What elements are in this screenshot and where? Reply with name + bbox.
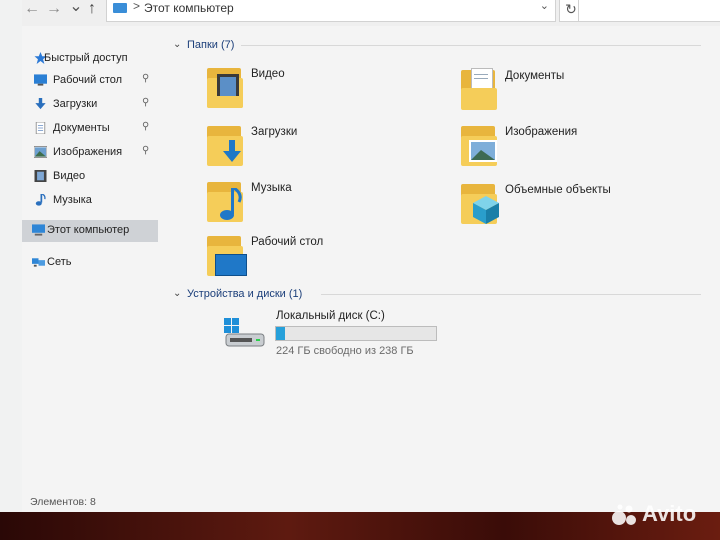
sidebar-item-label: Быстрый доступ <box>44 52 128 64</box>
sidebar-item-music[interactable]: Музыка <box>22 190 158 212</box>
folder-label: Музыка <box>251 182 292 194</box>
group-divider <box>241 45 701 46</box>
address-toolbar: ← → ⌄ ↑ > Этот компьютер ⌄ ↻ <box>22 0 720 26</box>
pin-icon[interactable]: ⚲ <box>142 145 149 156</box>
navigation-pane: Быстрый доступ Рабочий стол ⚲ Загрузки ⚲… <box>22 36 158 490</box>
group-divider <box>321 294 701 295</box>
drive-usage-fill <box>276 327 286 340</box>
drive-usage-bar <box>275 326 437 341</box>
folder-label: Изображения <box>505 126 578 138</box>
sidebar-item-label: Видео <box>53 170 86 182</box>
3d-objects-folder-icon <box>459 180 499 226</box>
pictures-folder-icon <box>459 122 499 168</box>
folder-tile-documents[interactable]: Документы <box>459 66 709 114</box>
search-input[interactable] <box>578 0 720 22</box>
video-folder-icon <box>205 64 245 110</box>
explorer-window: ← → ⌄ ↑ > Этот компьютер ⌄ ↻ Быстрый дос… <box>0 0 720 514</box>
chevron-down-icon[interactable]: ⌄ <box>540 0 549 12</box>
folder-label: Рабочий стол <box>251 236 324 248</box>
sidebar-item-this-pc[interactable]: Этот компьютер <box>22 220 158 242</box>
folder-label: Объемные объекты <box>505 184 611 196</box>
breadcrumb-this-pc[interactable]: Этот компьютер <box>144 1 234 15</box>
desktop-folder-icon <box>205 232 247 278</box>
folder-tile-desktop[interactable]: Рабочий стол <box>205 232 455 280</box>
folder-tile-music[interactable]: Музыка <box>205 178 455 226</box>
pin-icon[interactable]: ⚲ <box>142 121 149 132</box>
item-count: Элементов: 8 <box>30 496 96 508</box>
sidebar-item-label: Документы <box>53 122 110 134</box>
sidebar-item-label: Сеть <box>47 256 72 268</box>
folder-label: Документы <box>505 70 565 82</box>
drive-tile-c[interactable]: Локальный диск (C:) 224 ГБ свободно из 2… <box>222 310 482 370</box>
this-pc-icon <box>113 3 127 13</box>
folder-tile-3d-objects[interactable]: Объемные объекты <box>459 180 709 228</box>
avito-watermark: Avito <box>612 500 716 530</box>
sidebar-item-pictures[interactable]: Изображения ⚲ <box>22 142 158 164</box>
sidebar-item-video[interactable]: Видео <box>22 166 158 188</box>
group-title: Папки (7) <box>187 39 235 51</box>
content-pane: ⌄ Папки (7) Видео Документы Загрузки Изо… <box>167 32 720 484</box>
avito-logo-icon <box>612 504 636 525</box>
folder-tile-video[interactable]: Видео <box>205 64 455 112</box>
sidebar-item-network[interactable]: Сеть <box>22 252 158 274</box>
sidebar-item-quick-access[interactable]: Быстрый доступ <box>22 48 158 70</box>
sidebar-item-desktop[interactable]: Рабочий стол ⚲ <box>22 70 158 92</box>
group-header-folders[interactable]: ⌄ Папки (7) <box>173 38 713 54</box>
film-icon <box>34 170 47 182</box>
folder-tile-pictures[interactable]: Изображения <box>459 122 709 170</box>
sidebar-item-downloads[interactable]: Загрузки ⚲ <box>22 94 158 116</box>
avito-logo-text: Avito <box>642 501 697 526</box>
downloads-folder-icon <box>205 122 245 168</box>
download-arrow-icon <box>35 98 46 110</box>
sidebar-item-label: Изображения <box>53 146 123 158</box>
chevron-down-icon[interactable]: ⌄ <box>173 39 181 50</box>
chevron-down-icon[interactable]: ⌄ <box>173 288 181 299</box>
folder-label: Видео <box>251 68 285 80</box>
music-folder-icon <box>205 178 245 224</box>
hard-drive-icon <box>222 318 266 350</box>
drive-free-space: 224 ГБ свободно из 238 ГБ <box>276 345 414 357</box>
network-icon <box>32 258 45 267</box>
desktop-icon <box>34 74 47 86</box>
forward-button[interactable]: → <box>44 0 64 20</box>
group-title: Устройства и диски (1) <box>187 288 303 300</box>
back-button[interactable]: ← <box>22 0 42 20</box>
picture-icon <box>34 146 47 158</box>
group-header-devices[interactable]: ⌄ Устройства и диски (1) <box>173 287 713 303</box>
explorer-body: ← → ⌄ ↑ > Этот компьютер ⌄ ↻ Быстрый дос… <box>22 0 720 514</box>
sidebar-item-documents[interactable]: Документы ⚲ <box>22 118 158 140</box>
sidebar-item-label: Рабочий стол <box>53 74 123 86</box>
document-icon <box>35 122 46 134</box>
folder-label: Загрузки <box>251 126 298 138</box>
up-button[interactable]: ↑ <box>82 0 102 20</box>
pin-icon[interactable]: ⚲ <box>142 97 149 108</box>
music-note-icon <box>35 194 46 206</box>
pin-icon[interactable]: ⚲ <box>142 73 149 84</box>
address-bar[interactable]: > Этот компьютер ⌄ <box>106 0 556 22</box>
sidebar-item-label: Этот компьютер <box>47 224 130 236</box>
breadcrumb-separator: > <box>133 0 141 13</box>
documents-folder-icon <box>459 66 499 112</box>
drive-name: Локальный диск (C:) <box>276 310 385 322</box>
this-pc-icon <box>32 224 45 236</box>
sidebar-item-label: Музыка <box>53 194 92 206</box>
sidebar-item-label: Загрузки <box>53 98 98 110</box>
folder-tile-downloads[interactable]: Загрузки <box>205 122 455 170</box>
